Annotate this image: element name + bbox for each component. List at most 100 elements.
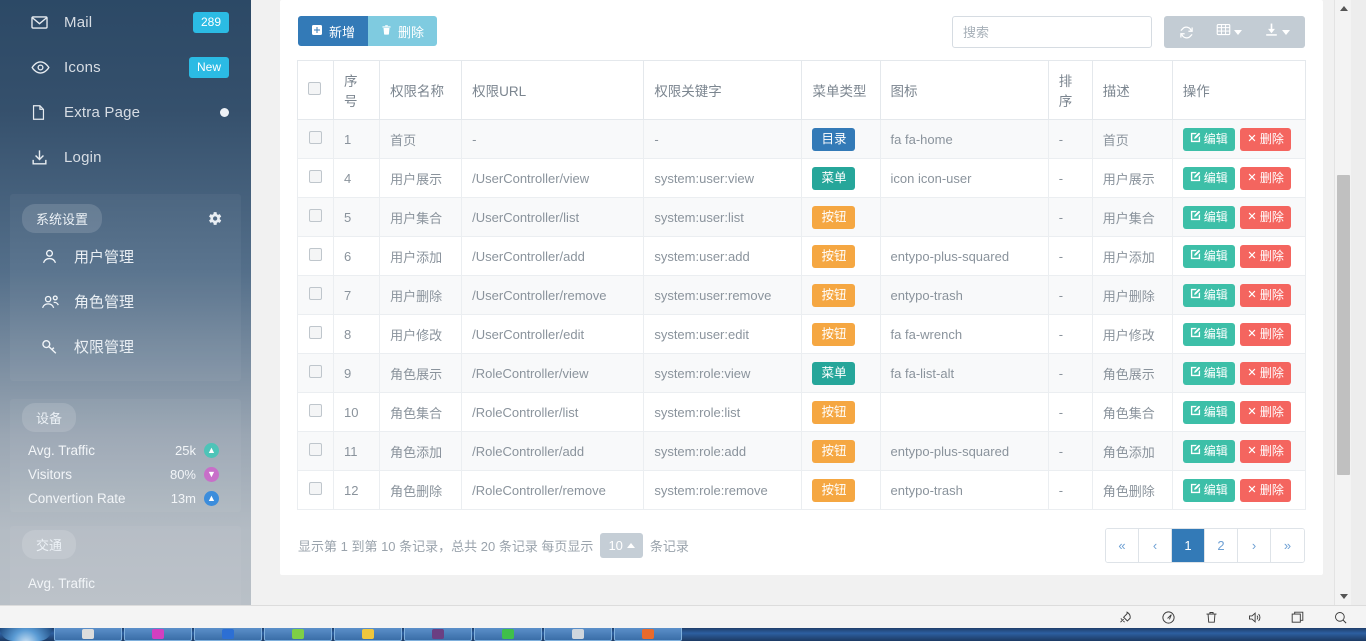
sidebar-item-permission-management[interactable]: 权限管理 <box>10 324 241 369</box>
pagination-button[interactable]: » <box>1271 528 1304 562</box>
trash-icon[interactable] <box>1204 610 1219 625</box>
table-row[interactable]: 10 角色集合/RoleController/list system:role:li… <box>296 392 1307 432</box>
volume-icon[interactable] <box>1247 610 1262 625</box>
delete-row-button[interactable]: 删除 <box>1239 478 1291 502</box>
table-row[interactable]: 6 用户添加/UserController/add system:user:add 按… <box>296 236 1307 276</box>
columns-toggle[interactable] <box>1205 16 1253 48</box>
delete-row-button[interactable]: 删除 <box>1239 127 1291 151</box>
sidebar-item-user-management[interactable]: 用户管理 <box>10 234 241 279</box>
window-icon[interactable] <box>1290 610 1305 625</box>
table-row[interactable]: 11 角色添加/RoleController/add system:role:add… <box>296 431 1307 471</box>
taskbar-item[interactable] <box>194 628 262 641</box>
table-row[interactable]: 12 角色删除/RoleController/remove system:role:… <box>296 470 1307 510</box>
row-checkbox[interactable] <box>309 209 323 222</box>
column-header-sort[interactable]: 排序 <box>1047 60 1093 120</box>
sidebar-item-mail[interactable]: Mail 289 <box>0 0 251 45</box>
taskbar-item[interactable] <box>54 628 122 641</box>
pagination-button[interactable]: ‹ <box>1139 528 1172 562</box>
delete-row-button[interactable]: 删除 <box>1239 400 1291 424</box>
column-header-no[interactable]: 序号 <box>333 60 381 120</box>
row-checkbox[interactable] <box>309 482 323 495</box>
column-header-name[interactable]: 权限名称 <box>379 60 463 120</box>
pagination-button[interactable]: 2 <box>1205 528 1238 562</box>
delete-button[interactable]: 删除 <box>368 16 438 46</box>
table-row[interactable]: 1 首页 - - 目录 fa fa-home - 首页 编辑 删除 <box>296 119 1307 159</box>
row-checkbox[interactable] <box>309 326 323 339</box>
delete-row-button[interactable]: 删除 <box>1239 439 1291 463</box>
delete-row-button[interactable]: 删除 <box>1239 166 1291 190</box>
taskbar-item[interactable] <box>264 628 332 641</box>
row-checkbox[interactable] <box>309 131 323 144</box>
scrollbar-thumb[interactable] <box>1337 175 1350 475</box>
pagination-button[interactable]: « <box>1106 528 1139 562</box>
sidebar-item-label: 用户管理 <box>74 249 135 266</box>
cell-operations: 编辑 删除 <box>1171 275 1307 315</box>
edit-row-button[interactable]: 编辑 <box>1182 127 1235 151</box>
cell-no: 12 <box>333 470 381 510</box>
page-size-select[interactable]: 10 <box>600 532 643 558</box>
cell-type: 菜单 <box>801 158 881 198</box>
edit-row-button[interactable]: 编辑 <box>1182 166 1235 190</box>
taskbar-item[interactable] <box>544 628 612 641</box>
table-row[interactable]: 5 用户集合/UserController/list system:user:lis… <box>296 197 1307 237</box>
search-input[interactable] <box>952 16 1152 48</box>
row-checkbox[interactable] <box>309 170 323 183</box>
select-all-checkbox[interactable] <box>308 82 321 95</box>
pagination-button[interactable]: 1 <box>1172 528 1205 562</box>
edit-row-button[interactable]: 编辑 <box>1182 439 1235 463</box>
delete-row-button[interactable]: 删除 <box>1239 283 1291 307</box>
row-checkbox[interactable] <box>309 287 323 300</box>
start-button[interactable] <box>0 628 52 641</box>
row-checkbox[interactable] <box>309 365 323 378</box>
taskbar-item[interactable] <box>614 628 682 641</box>
table-row[interactable]: 8 用户修改/UserController/edit system:user:edi… <box>296 314 1307 354</box>
trend-up-icon: ▲ <box>204 491 219 506</box>
edit-row-button[interactable]: 编辑 <box>1182 205 1235 229</box>
sidebar-item-role-management[interactable]: 角色管理 <box>10 279 241 324</box>
icons-badge: New <box>188 57 229 78</box>
delete-row-button[interactable]: 删除 <box>1239 322 1291 346</box>
row-checkbox[interactable] <box>309 248 323 261</box>
export-menu[interactable] <box>1253 16 1301 48</box>
edit-row-button[interactable]: 编辑 <box>1182 322 1235 346</box>
column-header-icon[interactable]: 图标 <box>879 60 1049 120</box>
sidebar-item-icons[interactable]: Icons New <box>0 45 251 90</box>
column-header-keyword[interactable]: 权限关键字 <box>643 60 803 120</box>
gear-icon[interactable] <box>206 210 223 227</box>
pagination-button[interactable]: › <box>1238 528 1271 562</box>
vertical-scrollbar[interactable] <box>1334 0 1351 605</box>
row-checkbox[interactable] <box>309 443 323 456</box>
edit-row-button[interactable]: 编辑 <box>1182 478 1235 502</box>
stat-row: Visitors 80% ▼ <box>10 465 241 484</box>
taskbar-item[interactable] <box>334 628 402 641</box>
taskbar-item[interactable] <box>124 628 192 641</box>
delete-row-button[interactable]: 删除 <box>1239 361 1291 385</box>
delete-row-button[interactable]: 删除 <box>1239 205 1291 229</box>
taskbar-item[interactable] <box>474 628 542 641</box>
search-icon[interactable] <box>1333 610 1348 625</box>
column-header-url[interactable]: 权限URL <box>461 60 645 120</box>
add-button[interactable]: 新增 <box>298 16 369 46</box>
edit-row-button[interactable]: 编辑 <box>1182 244 1235 268</box>
chevron-down-icon <box>1282 29 1290 35</box>
column-header-type[interactable]: 菜单类型 <box>801 60 881 120</box>
taskbar-item[interactable] <box>404 628 472 641</box>
scroll-down-arrow[interactable] <box>1335 588 1352 605</box>
main-content: 新增 删除 搜索 序号 权限名称 权限URL 权限关键字 菜单类型 图标 排序 … <box>251 0 1351 605</box>
sidebar-item-extra-page[interactable]: Extra Page <box>0 90 251 135</box>
table-row[interactable]: 9 角色展示/RoleController/view system:role:vie… <box>296 353 1307 393</box>
edit-row-button[interactable]: 编辑 <box>1182 283 1235 307</box>
rocket-icon[interactable] <box>1118 610 1133 625</box>
row-checkbox[interactable] <box>309 404 323 417</box>
sidebar-item-login[interactable]: Login <box>0 135 251 180</box>
column-header-desc[interactable]: 描述 <box>1091 60 1173 120</box>
cell-no: 4 <box>333 158 381 198</box>
delete-row-button[interactable]: 删除 <box>1239 244 1291 268</box>
edit-row-button[interactable]: 编辑 <box>1182 361 1235 385</box>
compass-icon[interactable] <box>1161 610 1176 625</box>
edit-row-button[interactable]: 编辑 <box>1182 400 1235 424</box>
scroll-up-arrow[interactable] <box>1335 0 1352 17</box>
refresh-icon[interactable] <box>1168 16 1205 48</box>
table-row[interactable]: 7 用户删除/UserController/remove system:user:r… <box>296 275 1307 315</box>
table-row[interactable]: 4 用户展示/UserController/view system:user:vie… <box>296 158 1307 198</box>
